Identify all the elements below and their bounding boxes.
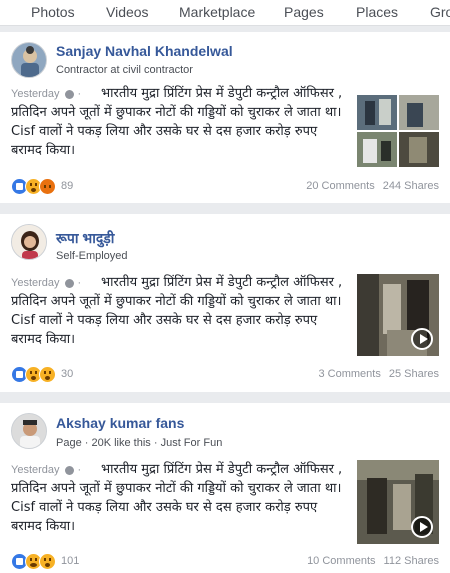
search-filter-tabs: Photos Videos Marketplace Pages Places G… (0, 0, 450, 26)
author-name[interactable]: Akshay kumar fans (56, 415, 184, 431)
shares-link[interactable]: 25 Shares (389, 368, 439, 380)
author-subtitle: Self-Employed (56, 250, 128, 262)
reactions-summary[interactable]: 89 (11, 177, 73, 195)
post-text-content: भारतीय मुद्रा प्रिंटिंग प्रेस में डेपुटी… (11, 86, 343, 158)
page-likes: 20K like this (91, 437, 151, 449)
avatar[interactable] (11, 42, 47, 78)
post-text: भारतीय मुद्रा प्रिंटिंग प्रेस में डेपुटी… (11, 84, 349, 160)
avatar-image (12, 43, 46, 77)
comments-link[interactable]: 3 Comments (318, 368, 380, 380)
post-card: Sanjay Navhal Khandelwal Contractor at c… (0, 32, 450, 203)
reactions-summary[interactable]: 101 (11, 552, 79, 570)
wow-reaction-icon (39, 365, 56, 383)
play-icon[interactable] (411, 328, 433, 350)
post-text-content: भारतीय मुद्रा प्रिंटिंग प्रेस में डेपुटी… (11, 462, 343, 534)
tab-places[interactable]: Places (356, 4, 398, 20)
engagement-stats: 10 Comments 112 Shares (307, 555, 439, 567)
tab-videos[interactable]: Videos (106, 4, 149, 20)
engagement-stats: 20 Comments 244 Shares (306, 180, 439, 192)
comments-link[interactable]: 10 Comments (307, 555, 375, 567)
shares-link[interactable]: 112 Shares (384, 555, 439, 567)
tab-pages[interactable]: Pages (284, 4, 324, 20)
shares-link[interactable]: 244 Shares (383, 180, 439, 192)
play-icon[interactable] (411, 516, 433, 538)
engagement-stats: 3 Comments 25 Shares (318, 368, 439, 380)
avatar-image (12, 225, 46, 259)
post-text: भारतीय मुद्रा प्रिंटिंग प्रेस में डेपुटी… (11, 460, 349, 536)
reaction-count: 101 (61, 555, 80, 567)
video-thumbnail[interactable] (357, 460, 439, 544)
post-text: भारतीय मुद्रा प्रिंटिंग प्रेस में डेपुटी… (11, 273, 349, 349)
reaction-count: 89 (61, 180, 74, 192)
tab-photos[interactable]: Photos (31, 4, 75, 20)
author-name[interactable]: Sanjay Navhal Khandelwal (56, 43, 233, 59)
author-subtitle: Page · 20K like this · Just For Fun (56, 437, 223, 449)
tab-marketplace[interactable]: Marketplace (179, 4, 255, 20)
video-thumbnail[interactable] (357, 274, 439, 356)
reaction-count: 30 (61, 368, 74, 380)
author-subtitle: Contractor at civil contractor (56, 64, 193, 76)
reactions-summary[interactable]: 30 (11, 365, 73, 383)
avatar[interactable] (11, 413, 47, 449)
post-text-content: भारतीय मुद्रा प्रिंटिंग प्रेस में डेपुटी… (11, 275, 343, 347)
page-type: Page (56, 437, 82, 449)
page-category[interactable]: Just For Fun (161, 437, 223, 449)
post-photo-grid[interactable] (357, 95, 439, 167)
post-card: Akshay kumar fans Page · 20K like this ·… (0, 403, 450, 573)
author-name[interactable]: रूपा भादुड़ी (56, 229, 114, 248)
post-card: रूपा भादुड़ी Self-Employed Yesterday · भ… (0, 214, 450, 392)
angry-reaction-icon (39, 177, 56, 195)
tab-groups[interactable]: Gro (430, 4, 450, 20)
comments-link[interactable]: 20 Comments (306, 180, 374, 192)
wow-reaction-icon (39, 552, 56, 570)
avatar-image (12, 414, 46, 448)
avatar[interactable] (11, 224, 47, 260)
photo-collage-image (357, 95, 439, 167)
